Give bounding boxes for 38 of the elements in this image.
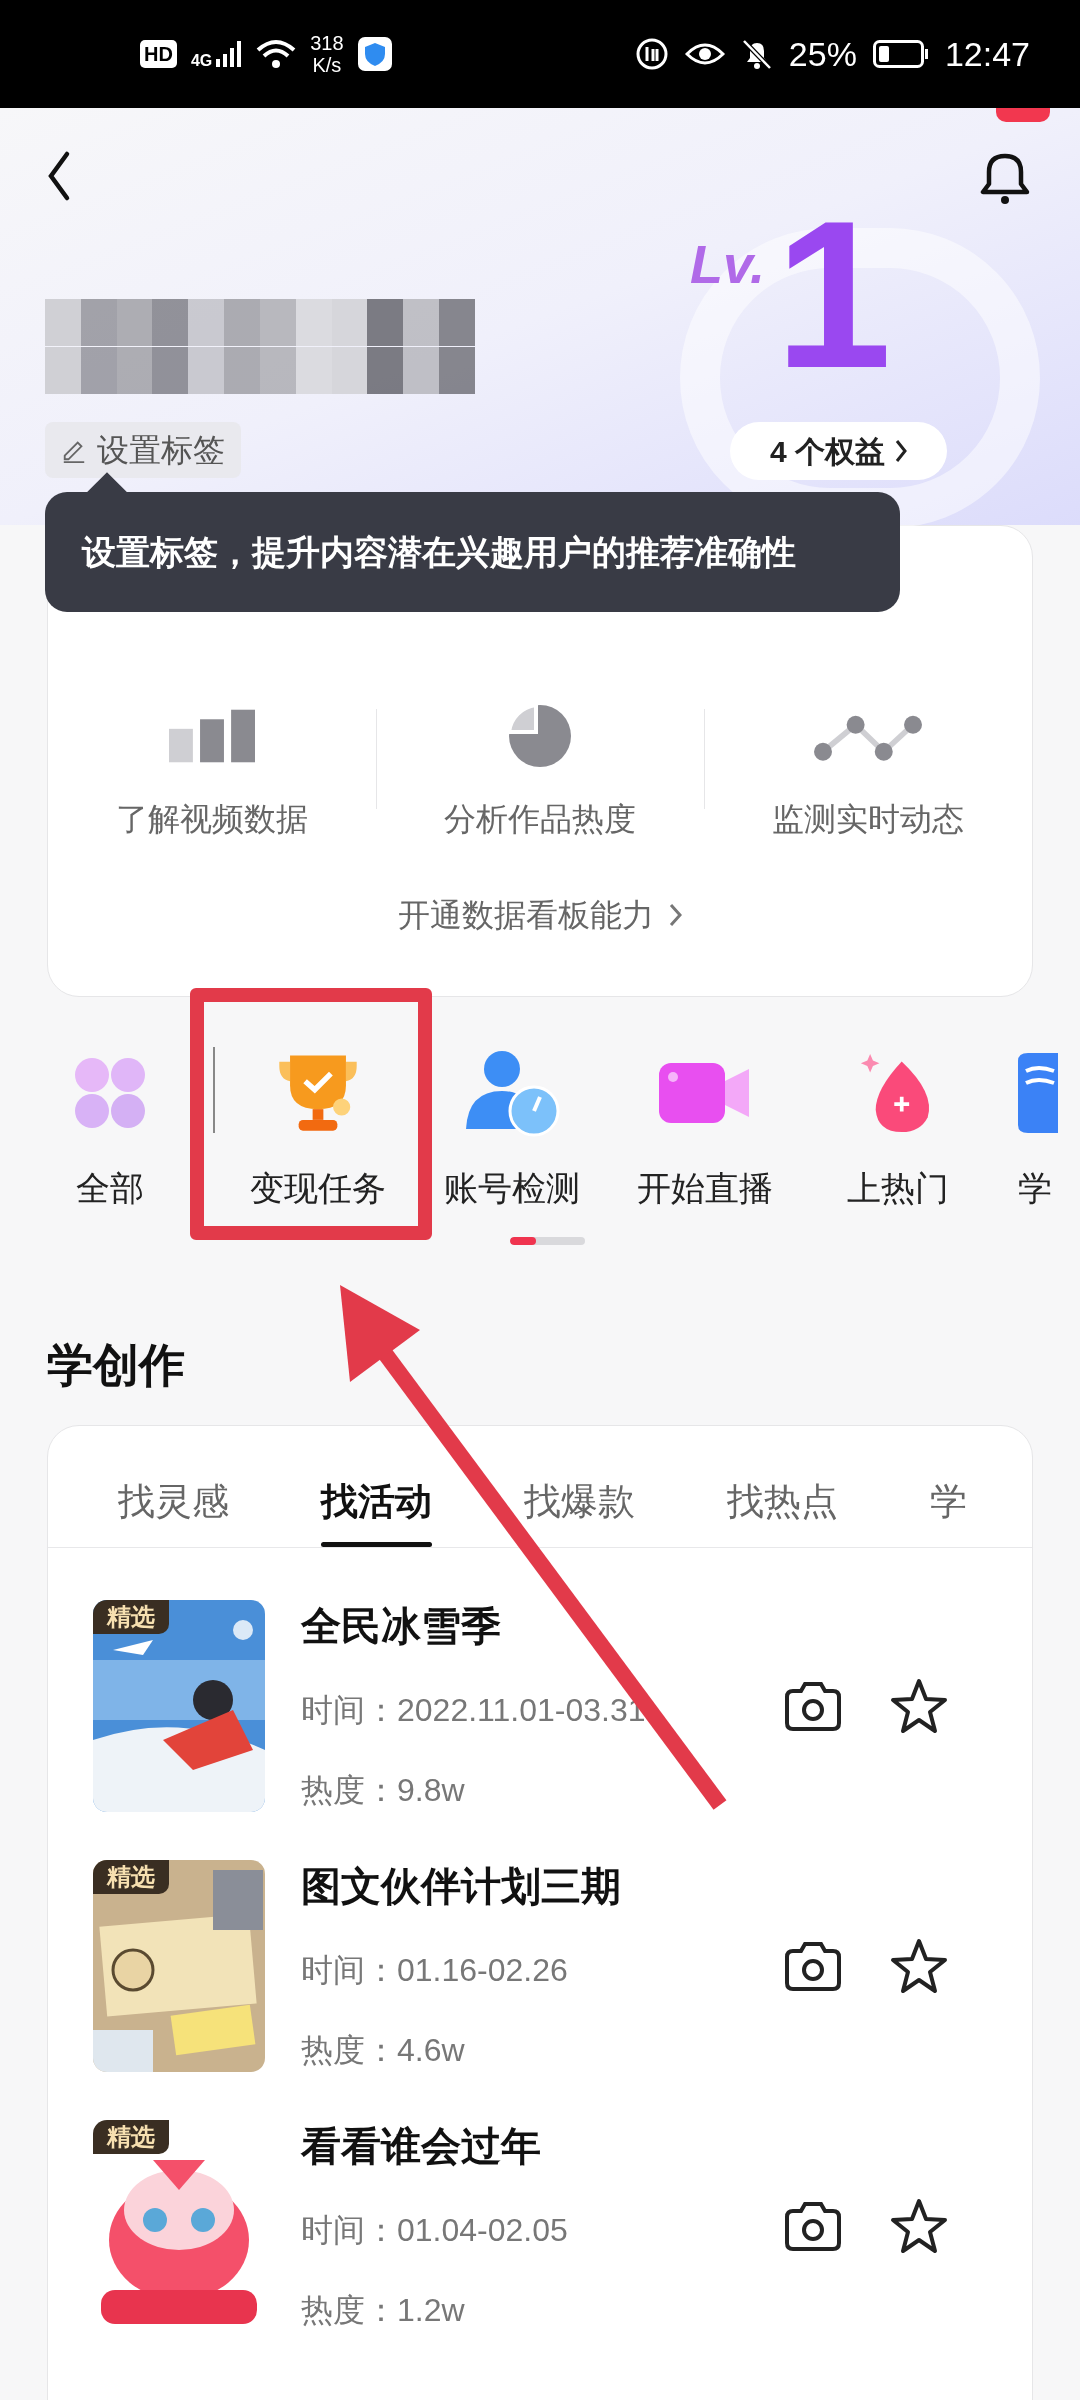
tab[interactable]: 学 [930, 1473, 967, 1547]
battery-percent: 25% [788, 33, 857, 75]
feature-label: 分析作品热度 [444, 800, 636, 839]
tab[interactable]: 找爆款 [524, 1473, 635, 1547]
speed-unit: K/s [312, 54, 342, 76]
feature-label: 了解视频数据 [116, 800, 308, 839]
activity-time: 时间：2022.11.01-03.31 [301, 1691, 647, 1730]
tab[interactable]: 找热点 [727, 1473, 838, 1547]
shortcut-item[interactable]: 开始直播 [608, 1027, 802, 1297]
tab[interactable]: 找灵感 [118, 1473, 229, 1547]
level-number: 1 [775, 190, 892, 400]
network-label: 4G [190, 53, 213, 69]
activity-heat: 热度：4.6w [301, 2031, 466, 2070]
open-dashboard-link[interactable]: 开通数据看板能力 [398, 891, 682, 939]
section-title: 学创作 [47, 1338, 186, 1393]
shortcut-item[interactable]: 上热门 [802, 1027, 994, 1297]
clock-time: 12:47 [944, 33, 1030, 75]
shortcut-item[interactable]: 变现任务 [220, 1027, 416, 1297]
activity-time: 时间：01.04-02.05 [301, 2211, 569, 2250]
tooltip-text: 设置标签，提升内容潜在兴趣用户的推荐准确性 [82, 531, 796, 573]
benefits-button[interactable]: 4 个权益 [730, 422, 948, 480]
set-tags-button[interactable]: 设置标签 [45, 422, 241, 478]
featured-badge: 精选 [93, 1600, 169, 1634]
hd-indicator: HD [140, 40, 177, 68]
tab[interactable]: 找活动 [321, 1473, 432, 1547]
featured-badge: 精选 [93, 1860, 169, 1894]
activity-heat: 热度：1.2w [301, 2291, 466, 2330]
featured-badge: 精选 [93, 2120, 169, 2154]
activity-title: 全民冰雪季 [301, 1603, 502, 1650]
activity-time: 时间：01.16-02.26 [301, 1951, 569, 1990]
network-speed: 318 [310, 32, 344, 54]
shortcut-item[interactable]: 全部 [0, 1027, 220, 1297]
level-prefix: Lv. [690, 233, 766, 296]
activity-heat: 热度：9.8w [301, 1771, 466, 1810]
feature-label: 监测实时动态 [772, 800, 964, 839]
shortcut-item[interactable]: 学 [994, 1027, 1080, 1297]
activity-title: 图文伙伴计划三期 [301, 1863, 622, 1910]
activity-title: 看看谁会过年 [301, 2123, 542, 2170]
